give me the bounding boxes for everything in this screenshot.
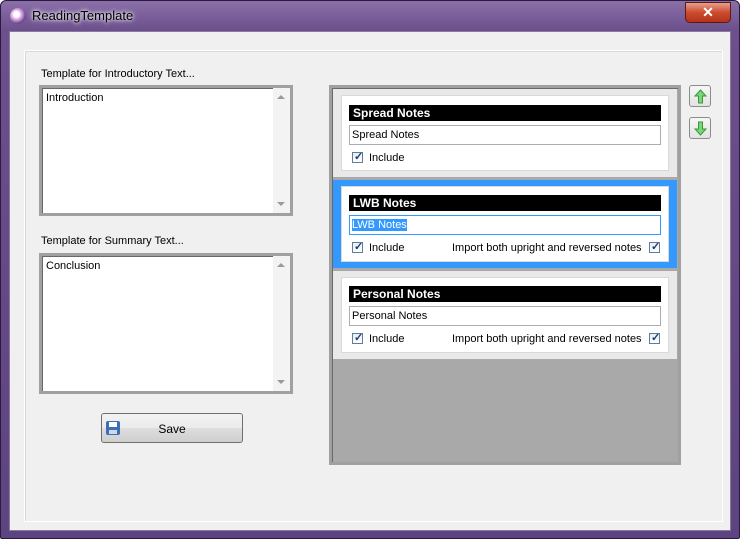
note-section-header: Personal Notes	[349, 286, 661, 302]
move-down-button[interactable]	[689, 117, 711, 139]
note-name-value: LWB Notes	[352, 219, 407, 231]
save-button[interactable]: Save	[101, 413, 243, 443]
note-section-header: Spread Notes	[349, 105, 661, 121]
reading-template-window: ReadingTemplate ✕ Template for Introduct…	[0, 0, 740, 539]
move-up-button[interactable]	[689, 85, 711, 107]
intro-textarea[interactable]: Introduction	[39, 85, 293, 216]
intro-label: Template for Introductory Text...	[41, 68, 195, 80]
content-panel: Template for Introductory Text... Introd…	[24, 50, 723, 522]
note-name-field[interactable]: Spread Notes	[349, 125, 661, 145]
note-section-header: LWB Notes	[349, 195, 661, 211]
import-checkbox[interactable]	[649, 331, 660, 344]
summary-text: Conclusion	[46, 260, 101, 272]
scroll-down-icon[interactable]	[277, 380, 285, 384]
include-checkbox[interactable]	[352, 240, 363, 253]
summary-scrollbar[interactable]	[273, 256, 290, 391]
client-area: Template for Introductory Text... Introd…	[9, 31, 731, 531]
include-label: Include	[369, 242, 405, 254]
save-button-label: Save	[158, 422, 186, 436]
include-label: Include	[369, 333, 405, 345]
scroll-down-icon[interactable]	[277, 202, 285, 206]
arrow-down-icon	[694, 121, 707, 136]
import-checkbox[interactable]	[649, 240, 660, 253]
note-name-value: Spread Notes	[352, 129, 420, 141]
include-checkbox[interactable]	[352, 150, 363, 163]
intro-text: Introduction	[46, 92, 104, 104]
import-label: Import both upright and reversed notes	[452, 333, 642, 345]
title-bar[interactable]: ReadingTemplate ✕	[1, 1, 739, 31]
app-icon	[10, 8, 26, 24]
window-title: ReadingTemplate	[32, 8, 134, 23]
intro-scrollbar[interactable]	[273, 88, 290, 213]
note-section-personal[interactable]: Personal Notes Personal Notes Include Im…	[333, 271, 677, 359]
include-label: Include	[369, 152, 405, 164]
note-sections-list[interactable]: Spread Notes Spread Notes Include LWB No…	[329, 85, 681, 465]
import-label: Import both upright and reversed notes	[452, 242, 642, 254]
include-checkbox[interactable]	[352, 331, 363, 344]
scroll-up-icon[interactable]	[277, 95, 285, 99]
note-name-value: Personal Notes	[352, 310, 428, 322]
note-name-field[interactable]: Personal Notes	[349, 306, 661, 326]
note-section-spread[interactable]: Spread Notes Spread Notes Include	[333, 89, 677, 177]
arrow-up-icon	[694, 89, 707, 104]
close-button[interactable]: ✕	[685, 2, 731, 23]
summary-textarea[interactable]: Conclusion	[39, 253, 293, 394]
summary-label: Template for Summary Text...	[41, 235, 184, 247]
note-section-lwb[interactable]: LWB Notes LWB Notes Include Import both …	[333, 180, 677, 268]
scroll-up-icon[interactable]	[277, 263, 285, 267]
note-name-field[interactable]: LWB Notes	[349, 215, 661, 235]
close-icon: ✕	[702, 4, 714, 20]
